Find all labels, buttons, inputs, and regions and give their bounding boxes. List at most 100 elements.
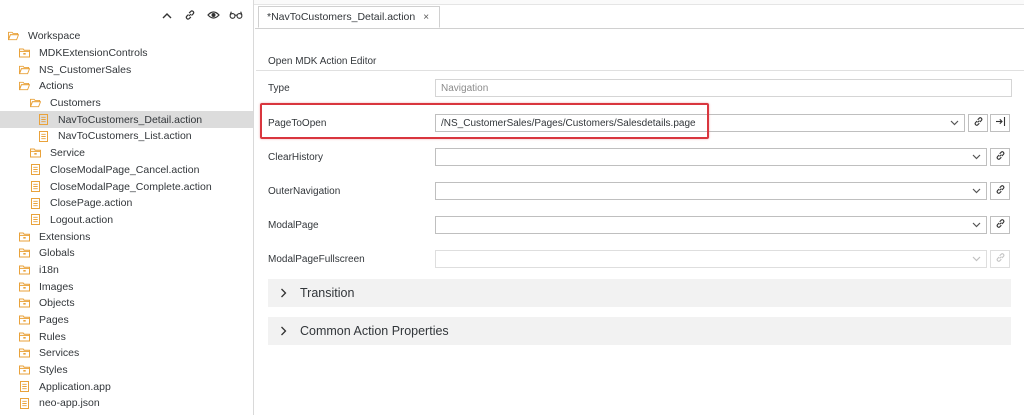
tree-item[interactable]: Logout.action <box>0 212 253 229</box>
link-icon <box>995 218 1006 232</box>
tree-item[interactable]: Services <box>0 345 253 362</box>
tree-item[interactable]: Actions <box>0 78 253 95</box>
clear-history-link-button[interactable] <box>990 148 1010 166</box>
tree-item[interactable]: Pages <box>0 312 253 329</box>
tree-item[interactable]: Application.app <box>0 378 253 395</box>
glasses-icon[interactable] <box>229 8 243 22</box>
modal-page-fullscreen-select[interactable] <box>435 250 987 268</box>
tab-nav-to-customers-detail[interactable]: *NavToCustomers_Detail.action × <box>258 6 441 28</box>
outer-navigation-link-button[interactable] <box>990 182 1010 200</box>
section-common-action-properties[interactable]: Common Action Properties <box>268 317 1011 345</box>
folder-icon <box>19 48 30 59</box>
folder-icon <box>19 298 30 309</box>
open-in-icon <box>995 116 1006 130</box>
eye-icon[interactable] <box>206 8 220 22</box>
tree-item-label: Application.app <box>39 380 111 393</box>
tree-item[interactable]: Customers <box>0 95 253 112</box>
type-label: Type <box>268 83 290 94</box>
file-tree: Workspace MDKExtensionControls NS_Customer… <box>0 28 253 412</box>
tree-item[interactable]: NavToCustomers_Detail.action <box>0 111 253 129</box>
tree-item-label: CloseModalPage_Complete.action <box>50 180 212 193</box>
tree-item-label: Rules <box>39 330 66 343</box>
folder-open-icon <box>19 81 30 92</box>
clear-history-select[interactable] <box>435 148 987 166</box>
tree-item-label: neo-app.json <box>39 397 100 410</box>
file-icon <box>30 181 41 193</box>
tree-item[interactable]: NS_CustomerSales <box>0 61 253 78</box>
link-icon <box>995 150 1006 164</box>
file-icon <box>19 381 30 393</box>
page-to-open-open-button[interactable] <box>990 114 1010 132</box>
tree-item[interactable]: Workspace <box>0 28 253 45</box>
tree-item-label: Pages <box>39 314 69 327</box>
link-icon[interactable] <box>183 8 197 22</box>
tree-item[interactable]: Styles <box>0 362 253 379</box>
tree-item-label: Customers <box>50 97 101 110</box>
file-icon <box>30 164 41 176</box>
link-icon <box>995 184 1006 198</box>
file-icon <box>30 214 41 226</box>
chevron-down-icon[interactable] <box>972 184 981 200</box>
folder-open-icon <box>8 31 19 42</box>
tree-item[interactable]: Objects <box>0 295 253 312</box>
type-field: Navigation <box>435 79 1012 97</box>
page-to-open-link-button[interactable] <box>968 114 988 132</box>
tree-item-label: Objects <box>39 297 75 310</box>
section-transition-label: Transition <box>300 286 355 300</box>
tree-item-label: NS_CustomerSales <box>39 63 132 76</box>
tree-item-label: Actions <box>39 80 74 93</box>
tree-item[interactable]: ClosePage.action <box>0 195 253 212</box>
folder-icon <box>19 331 30 342</box>
editor-title: Open MDK Action Editor <box>268 56 377 67</box>
tree-item-label: CloseModalPage_Cancel.action <box>50 163 200 176</box>
tree-item-label: Styles <box>39 364 68 377</box>
tree-item[interactable]: NavToCustomers_List.action <box>0 128 253 145</box>
chevron-down-icon[interactable] <box>950 116 959 132</box>
section-transition[interactable]: Transition <box>268 279 1011 307</box>
chevron-down-icon[interactable] <box>972 218 981 234</box>
file-icon <box>30 197 41 209</box>
folder-icon <box>19 365 30 376</box>
section-common-action-properties-label: Common Action Properties <box>300 324 449 338</box>
tree-item-label: Workspace <box>28 30 81 43</box>
modal-page-label: ModalPage <box>268 220 319 231</box>
tree-item[interactable]: Extensions <box>0 228 253 245</box>
folder-icon <box>19 231 30 242</box>
folder-icon <box>19 348 30 359</box>
modal-page-link-button[interactable] <box>990 216 1010 234</box>
clear-history-label: ClearHistory <box>268 152 324 163</box>
close-tab-icon[interactable]: × <box>423 12 429 23</box>
chevron-right-icon <box>280 326 288 336</box>
modal-page-fullscreen-label: ModalPageFullscreen <box>268 254 365 265</box>
tree-item[interactable]: CloseModalPage_Cancel.action <box>0 162 253 179</box>
tree-item[interactable]: i18n <box>0 262 253 279</box>
explorer-toolbar <box>160 8 243 22</box>
tree-item-label: NavToCustomers_List.action <box>58 130 192 143</box>
tree-item[interactable]: MDKExtensionControls <box>0 45 253 62</box>
modal-page-select[interactable] <box>435 216 987 234</box>
file-icon <box>19 397 30 409</box>
workspace-explorer: Workspace MDKExtensionControls NS_Customer… <box>0 0 254 415</box>
tree-item[interactable]: Images <box>0 278 253 295</box>
tree-item[interactable]: CloseModalPage_Complete.action <box>0 178 253 195</box>
folder-open-icon <box>30 98 41 109</box>
tree-item-label: i18n <box>39 263 59 276</box>
tree-item[interactable]: Rules <box>0 328 253 345</box>
tree-item[interactable]: Globals <box>0 245 253 262</box>
tab-bar-divider <box>255 28 1024 29</box>
modal-page-fullscreen-link-button[interactable] <box>990 250 1010 268</box>
editor-title-divider <box>256 70 1024 71</box>
file-icon <box>38 130 49 142</box>
link-icon <box>995 252 1006 266</box>
tree-item-label: Globals <box>39 247 75 260</box>
tree-item[interactable]: neo-app.json <box>0 395 253 412</box>
tree-item[interactable]: Service <box>0 145 253 162</box>
page-to-open-highlight-box <box>260 103 709 139</box>
tree-item-label: Service <box>50 147 86 160</box>
collapse-all-icon[interactable] <box>160 8 174 22</box>
outer-navigation-label: OuterNavigation <box>268 186 341 197</box>
outer-navigation-select[interactable] <box>435 182 987 200</box>
chevron-down-icon[interactable] <box>972 252 981 268</box>
tree-item-label: MDKExtensionControls <box>39 47 148 60</box>
chevron-down-icon[interactable] <box>972 150 981 166</box>
